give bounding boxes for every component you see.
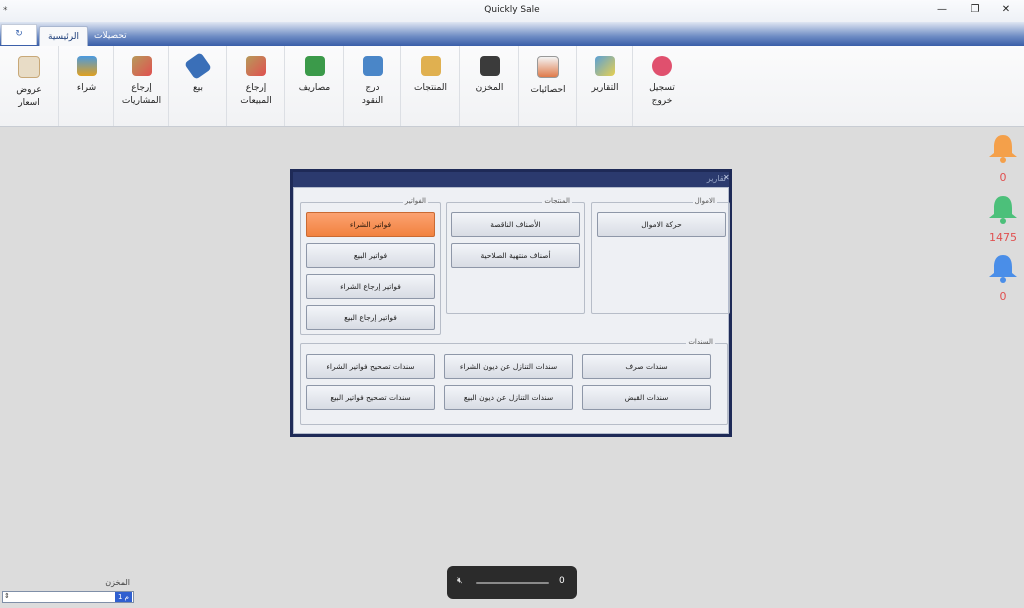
return-sales-icon — [246, 56, 266, 76]
ribbon-label: شراء — [76, 83, 97, 93]
ribbon-label: بيع — [192, 83, 203, 93]
store-value: م 1 — [114, 592, 132, 602]
notification-count: 1475 — [989, 231, 1017, 244]
ribbon-label: إرجاع المبيعات — [240, 83, 272, 106]
ribbon-panel: تسجيل خروج التقارير احصائيات المخزن المنت… — [0, 46, 1024, 127]
group-legend: المنتجات — [542, 197, 572, 205]
volume-overlay: 🔇︎ 0 — [447, 566, 577, 599]
ribbon-label: عروض اسعار — [16, 85, 42, 108]
cart-icon — [76, 56, 97, 76]
minimize-icon[interactable]: — — [932, 4, 952, 15]
purchase-invoices-button[interactable]: فواتير الشراء — [306, 212, 435, 237]
volume-value: 0 — [559, 576, 565, 586]
ribbon-label: درج النقود — [361, 83, 384, 106]
ribbon-label: مصاريف — [298, 83, 331, 93]
group-legend: السندات — [686, 338, 715, 346]
bell-orange-icon[interactable] — [985, 132, 1021, 164]
ribbon-label: تسجيل خروج — [649, 83, 675, 106]
ribbon-quotes-button[interactable]: عروض اسعار — [0, 46, 58, 126]
receipt-vouchers-button[interactable]: سندات القبض — [582, 385, 711, 410]
power-icon — [652, 56, 672, 76]
sale-invoices-button[interactable]: فواتير البيع — [306, 243, 435, 268]
notification-count: 0 — [999, 290, 1007, 303]
dialog-title-bar: تقارير ✕ — [293, 172, 730, 187]
payment-vouchers-button[interactable]: سندات صرف — [582, 354, 711, 379]
ribbon-label: المنتجات — [414, 83, 447, 93]
ribbon-logout-button[interactable]: تسجيل خروج — [632, 46, 691, 126]
cash-drawer-icon — [362, 56, 383, 76]
speaker-mute-icon[interactable]: 🔇︎ — [457, 576, 463, 586]
sale-return-invoices-button[interactable]: فواتير إرجاع البيع — [306, 305, 435, 330]
title-bar: ⁎ Quickly Sale — ❐ ✕ — [0, 0, 1024, 22]
ribbon-return-purchases-button[interactable]: إرجاع المشاريات — [113, 46, 169, 126]
ribbon-label: المخزن — [475, 83, 504, 93]
store-label: المخزن — [103, 578, 132, 587]
folders-icon — [420, 56, 441, 76]
funds-movement-button[interactable]: حركة الاموال — [597, 212, 726, 237]
chart-icon — [537, 56, 559, 78]
ribbon-cash-drawer-button[interactable]: درج النقود — [343, 46, 401, 126]
group-legend: الفواتير — [402, 197, 428, 205]
ribbon-products-button[interactable]: المنتجات — [400, 46, 460, 126]
quote-icon — [18, 56, 40, 78]
bell-green-icon[interactable] — [985, 193, 1021, 225]
restore-icon[interactable]: ❐ — [965, 4, 985, 15]
ribbon-tabs: ↻ الرئيسية تحصيلات — [0, 22, 1024, 47]
app-icon: ↻ — [15, 29, 23, 39]
dialog-close-icon[interactable]: ✕ — [723, 173, 730, 182]
missing-items-button[interactable]: الأصناف الناقصة — [451, 212, 580, 237]
money-icon — [304, 56, 325, 76]
warehouse-icon — [479, 56, 500, 76]
purchase-invoice-correction-vouchers-button[interactable]: سندات تصحيح فواتير الشراء — [306, 354, 435, 379]
tab-collections[interactable]: تحصيلات — [86, 26, 135, 46]
reports-dialog: تقارير ✕ الفواتير فواتير الشراء فواتير ا… — [290, 169, 732, 437]
ribbon-warehouse-button[interactable]: المخزن — [459, 46, 519, 126]
ribbon-expenses-button[interactable]: مصاريف — [284, 46, 344, 126]
window-title: Quickly Sale — [484, 5, 540, 15]
bell-blue-icon[interactable] — [985, 252, 1021, 284]
dialog-body: الفواتير فواتير الشراء فواتير البيع فوات… — [293, 187, 730, 434]
ribbon-label: احصائيات — [530, 85, 566, 95]
spinner-icon[interactable]: ⇕ — [4, 592, 10, 600]
expired-items-button[interactable]: أصناف منتهية الصلاحية — [451, 243, 580, 268]
notification-count: 0 — [999, 171, 1007, 184]
ribbon-label: إرجاع المشاريات — [121, 83, 162, 106]
purchase-return-invoices-button[interactable]: فواتير إرجاع الشراء — [306, 274, 435, 299]
ribbon-purchase-button[interactable]: شراء — [58, 46, 114, 126]
ribbon-statistics-button[interactable]: احصائيات — [518, 46, 577, 126]
ribbon-label: التقارير — [591, 83, 619, 93]
sale-tag-icon — [184, 52, 212, 80]
tab-home[interactable]: الرئيسية — [39, 26, 88, 47]
group-legend: الاموال — [692, 197, 717, 205]
store-selector-group: المخزن ⇕ م 1 — [2, 578, 134, 605]
return-purchase-icon — [131, 56, 152, 76]
ribbon-reports-button[interactable]: التقارير — [576, 46, 633, 126]
close-icon[interactable]: ✕ — [996, 4, 1016, 15]
store-select[interactable]: ⇕ م 1 — [2, 591, 134, 603]
report-pie-icon — [595, 56, 615, 76]
volume-slider[interactable] — [476, 582, 549, 584]
sale-debt-waiver-vouchers-button[interactable]: سندات التنازل عن ديون البيع — [444, 385, 573, 410]
ribbon-sale-button[interactable]: بيع — [168, 46, 227, 126]
sale-invoice-correction-vouchers-button[interactable]: سندات تصحيح فواتير البيع — [306, 385, 435, 410]
ribbon-return-sales-button[interactable]: إرجاع المبيعات — [226, 46, 285, 126]
purchase-debt-waiver-vouchers-button[interactable]: سندات التنازل عن ديون الشراء — [444, 354, 573, 379]
app-menu-button[interactable]: ↻ — [1, 24, 37, 45]
